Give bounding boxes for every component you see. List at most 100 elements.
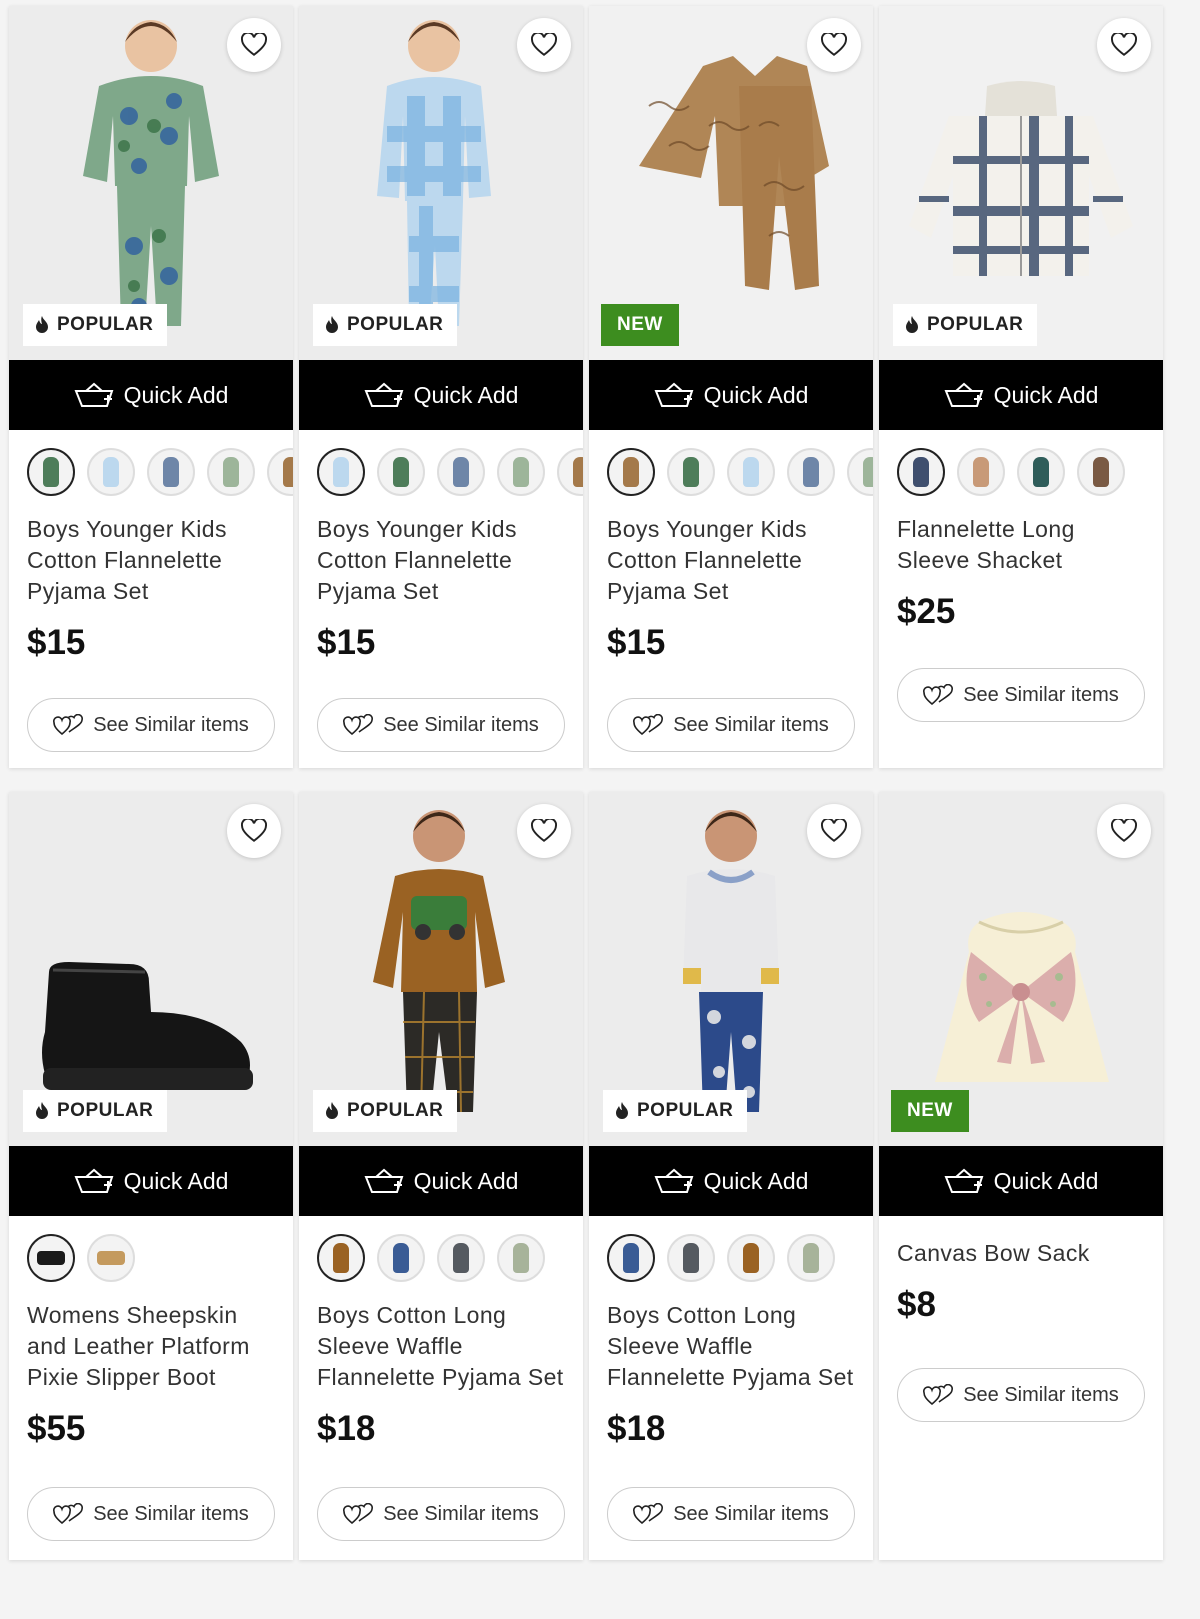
wishlist-heart-icon[interactable] bbox=[807, 18, 861, 72]
color-swatch[interactable] bbox=[437, 1234, 485, 1282]
see-similar-button[interactable]: See Similar items bbox=[27, 698, 275, 752]
flame-icon bbox=[36, 1102, 48, 1119]
quick-add-button[interactable]: Quick Add bbox=[589, 360, 873, 430]
wishlist-heart-icon[interactable] bbox=[517, 18, 571, 72]
product-image[interactable]: POPULAR bbox=[299, 792, 583, 1146]
product-price: $15 bbox=[27, 623, 86, 662]
wishlist-heart-icon[interactable] bbox=[517, 804, 571, 858]
quick-add-button[interactable]: Quick Add bbox=[879, 360, 1163, 430]
color-swatch[interactable] bbox=[607, 448, 655, 496]
product-card[interactable]: NEW Quick Add Boys Younger Kids Cotton F… bbox=[589, 6, 873, 768]
color-swatch[interactable] bbox=[317, 448, 365, 496]
product-price: $18 bbox=[607, 1409, 666, 1448]
product-title[interactable]: Womens Sheepskin and Leather Platform Pi… bbox=[9, 1300, 293, 1393]
product-card[interactable]: NEW Quick Add Canvas Bow Sack $8 See Sim… bbox=[879, 792, 1163, 1560]
quick-add-button[interactable]: Quick Add bbox=[299, 360, 583, 430]
see-similar-button[interactable]: See Similar items bbox=[317, 698, 565, 752]
color-swatch[interactable] bbox=[1017, 448, 1065, 496]
product-card[interactable]: POPULAR Quick Add Boys Younger Kids Cott… bbox=[9, 6, 293, 768]
product-image[interactable]: NEW bbox=[879, 792, 1163, 1146]
color-swatches bbox=[589, 430, 873, 514]
quick-add-button[interactable]: Quick Add bbox=[299, 1146, 583, 1216]
color-swatch[interactable] bbox=[87, 448, 135, 496]
color-swatch[interactable] bbox=[727, 448, 775, 496]
color-swatch[interactable] bbox=[27, 1234, 75, 1282]
product-card[interactable]: POPULAR Quick Add Boys Cotton Long Sleev… bbox=[299, 792, 583, 1560]
see-similar-button[interactable]: See Similar items bbox=[607, 1487, 855, 1541]
see-similar-button[interactable]: See Similar items bbox=[317, 1487, 565, 1541]
color-swatch[interactable] bbox=[377, 448, 425, 496]
product-card[interactable]: POPULAR Quick Add Womens Sheepskin and L… bbox=[9, 792, 293, 1560]
new-badge: NEW bbox=[601, 304, 679, 346]
product-price: $25 bbox=[897, 592, 956, 631]
color-swatch[interactable] bbox=[27, 448, 75, 496]
wishlist-heart-icon[interactable] bbox=[807, 804, 861, 858]
product-card[interactable]: POPULAR Quick Add Boys Younger Kids Cott… bbox=[299, 6, 583, 768]
quick-add-button[interactable]: Quick Add bbox=[9, 360, 293, 430]
product-image[interactable]: POPULAR bbox=[9, 792, 293, 1146]
product-title[interactable]: Boys Cotton Long Sleeve Waffle Flannelet… bbox=[589, 1300, 873, 1393]
color-swatch[interactable] bbox=[437, 448, 485, 496]
wishlist-heart-icon[interactable] bbox=[227, 804, 281, 858]
color-swatch[interactable] bbox=[727, 1234, 775, 1282]
flame-icon bbox=[906, 316, 918, 333]
color-swatch[interactable] bbox=[667, 448, 715, 496]
similar-hearts-icon bbox=[343, 1503, 374, 1525]
quick-add-button[interactable]: Quick Add bbox=[879, 1146, 1163, 1216]
wishlist-heart-icon[interactable] bbox=[1097, 18, 1151, 72]
color-swatch[interactable] bbox=[847, 448, 873, 496]
quick-add-button[interactable]: Quick Add bbox=[589, 1146, 873, 1216]
basket-add-icon bbox=[944, 382, 983, 407]
product-image[interactable]: POPULAR bbox=[589, 792, 873, 1146]
basket-add-icon bbox=[654, 1168, 693, 1193]
color-swatch[interactable] bbox=[957, 448, 1005, 496]
flame-icon bbox=[616, 1102, 628, 1119]
quick-add-button[interactable]: Quick Add bbox=[9, 1146, 293, 1216]
see-similar-button[interactable]: See Similar items bbox=[607, 698, 855, 752]
product-title[interactable]: Boys Younger Kids Cotton Flannelette Pyj… bbox=[589, 514, 873, 607]
product-title[interactable]: Boys Younger Kids Cotton Flannelette Pyj… bbox=[299, 514, 583, 607]
product-title[interactable]: Boys Cotton Long Sleeve Waffle Flannelet… bbox=[299, 1300, 583, 1393]
color-swatch[interactable] bbox=[667, 1234, 715, 1282]
product-card[interactable]: POPULAR Quick Add Flannelette Long Sleev… bbox=[879, 6, 1163, 768]
color-swatch[interactable] bbox=[497, 448, 545, 496]
similar-hearts-icon bbox=[343, 714, 374, 736]
color-swatch[interactable] bbox=[557, 448, 583, 496]
flame-icon bbox=[326, 1102, 338, 1119]
basket-add-icon bbox=[364, 382, 403, 407]
color-swatches bbox=[879, 430, 1163, 514]
wishlist-heart-icon[interactable] bbox=[227, 18, 281, 72]
wishlist-heart-icon[interactable] bbox=[1097, 804, 1151, 858]
color-swatch[interactable] bbox=[787, 448, 835, 496]
new-badge: NEW bbox=[891, 1090, 969, 1132]
color-swatch[interactable] bbox=[607, 1234, 655, 1282]
color-swatch[interactable] bbox=[787, 1234, 835, 1282]
color-swatch[interactable] bbox=[207, 448, 255, 496]
product-title[interactable]: Boys Younger Kids Cotton Flannelette Pyj… bbox=[9, 514, 293, 607]
basket-add-icon bbox=[944, 1168, 983, 1193]
similar-hearts-icon bbox=[53, 714, 84, 736]
color-swatch[interactable] bbox=[497, 1234, 545, 1282]
product-image[interactable]: POPULAR bbox=[9, 6, 293, 360]
color-swatch[interactable] bbox=[87, 1234, 135, 1282]
product-image[interactable]: NEW bbox=[589, 6, 873, 360]
see-similar-button[interactable]: See Similar items bbox=[27, 1487, 275, 1541]
product-card[interactable]: POPULAR Quick Add Boys Cotton Long Sleev… bbox=[589, 792, 873, 1560]
product-image[interactable]: POPULAR bbox=[299, 6, 583, 360]
similar-hearts-icon bbox=[633, 714, 664, 736]
color-swatch[interactable] bbox=[267, 448, 293, 496]
product-title[interactable]: Flannelette Long Sleeve Shacket bbox=[879, 514, 1163, 576]
product-image[interactable]: POPULAR bbox=[879, 6, 1163, 360]
color-swatch[interactable] bbox=[317, 1234, 365, 1282]
color-swatch[interactable] bbox=[377, 1234, 425, 1282]
color-swatch[interactable] bbox=[1077, 448, 1125, 496]
color-swatches bbox=[9, 1216, 293, 1300]
see-similar-button[interactable]: See Similar items bbox=[897, 668, 1145, 722]
similar-hearts-icon bbox=[923, 1384, 954, 1406]
color-swatch[interactable] bbox=[897, 448, 945, 496]
see-similar-button[interactable]: See Similar items bbox=[897, 1368, 1145, 1422]
product-price: $15 bbox=[317, 623, 376, 662]
product-title[interactable]: Canvas Bow Sack bbox=[879, 1238, 1163, 1269]
basket-add-icon bbox=[364, 1168, 403, 1193]
color-swatch[interactable] bbox=[147, 448, 195, 496]
